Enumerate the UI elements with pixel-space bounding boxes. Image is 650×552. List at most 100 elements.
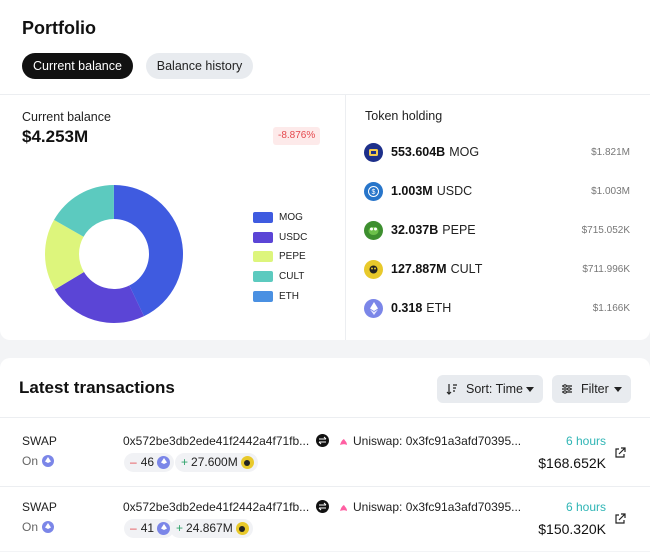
pepe-icon xyxy=(364,221,383,240)
legend-item-usdc: USDC xyxy=(253,228,307,248)
legend-label: USDC xyxy=(279,232,307,243)
sort-icon xyxy=(446,383,458,395)
token-row-cult[interactable]: 127.887M CULT $711.996K xyxy=(364,259,630,279)
sent-amount-pill: – 46 xyxy=(124,453,174,472)
token-amount: 0.318 xyxy=(391,301,422,315)
token-usd-value: $1.003M xyxy=(591,186,630,197)
tab-current-balance[interactable]: Current balance xyxy=(22,53,133,79)
eth-icon xyxy=(42,455,54,467)
legend-label: CULT xyxy=(279,271,304,282)
sent-amount: 41 xyxy=(141,519,154,538)
token-usd-value: $715.052K xyxy=(582,225,630,236)
transaction-usd-value: $168.652K xyxy=(538,455,606,471)
portfolio-card: Portfolio Current balance Balance histor… xyxy=(0,0,650,340)
swap-icon xyxy=(316,434,329,447)
chain-label: On xyxy=(22,520,38,534)
balance-change-badge: -8.876% xyxy=(273,127,320,145)
transaction-row[interactable]: SWAP On 0x572be3db2ede41f2442a4f71fb... … xyxy=(0,420,650,486)
received-amount: 27.600M xyxy=(191,453,238,472)
token-symbol: MOG xyxy=(449,145,479,159)
filter-label: Filter xyxy=(581,375,609,403)
transaction-chain: On xyxy=(22,520,54,534)
eth-icon xyxy=(157,456,170,469)
filter-button[interactable]: Filter xyxy=(552,375,631,403)
sort-button[interactable]: Sort: Time xyxy=(437,375,543,403)
token-symbol: ETH xyxy=(426,301,451,315)
token-amount: 32.037B xyxy=(391,223,438,237)
chevron-down-icon xyxy=(614,387,622,392)
transaction-chain: On xyxy=(22,454,54,468)
portfolio-title: Portfolio xyxy=(22,18,96,39)
usdc-icon: $ xyxy=(364,182,383,201)
chain-label: On xyxy=(22,454,38,468)
dex-label: Uniswap: 0x3fc91a3afd70395... xyxy=(353,434,521,448)
legend-item-mog: MOG xyxy=(253,208,307,228)
tab-balance-history[interactable]: Balance history xyxy=(146,53,253,79)
allocation-donut-chart xyxy=(44,184,184,324)
eth-icon xyxy=(157,522,170,535)
legend-label: MOG xyxy=(279,212,303,223)
current-balance-value: $4.253M xyxy=(22,127,88,147)
transaction-time: 6 hours xyxy=(566,434,606,448)
filter-icon xyxy=(561,383,573,395)
sent-amount-pill: – 41 xyxy=(124,519,174,538)
token-usd-value: $1.166K xyxy=(593,303,630,314)
token-usd-value: $711.996K xyxy=(582,264,630,275)
transaction-usd-value: $150.320K xyxy=(538,521,606,537)
legend-swatch xyxy=(253,251,273,262)
dex-link[interactable]: Uniswap: 0x3fc91a3afd70395... xyxy=(338,434,521,448)
legend-swatch xyxy=(253,232,273,243)
cult-icon xyxy=(241,456,254,469)
external-link-icon[interactable] xyxy=(614,447,626,459)
legend-swatch xyxy=(253,212,273,223)
transaction-hash-link[interactable]: 0x572be3db2ede41f2442a4f71fb... xyxy=(123,434,309,448)
transaction-row[interactable]: SWAP On 0x572be3db2ede41f2442a4f71fb... … xyxy=(0,486,650,552)
received-amount-pill: + 27.600M xyxy=(175,453,258,472)
token-row-pepe[interactable]: 32.037B PEPE $715.052K xyxy=(364,220,630,240)
token-row-usdc[interactable]: $ 1.003M USDC $1.003M xyxy=(364,181,630,201)
dex-label: Uniswap: 0x3fc91a3afd70395... xyxy=(353,500,521,514)
legend-item-cult: CULT xyxy=(253,267,307,287)
minus-icon: – xyxy=(130,519,137,538)
chevron-down-icon xyxy=(526,387,534,392)
token-amount: 127.887M xyxy=(391,262,447,276)
token-symbol: PEPE xyxy=(442,223,475,237)
token-usd-value: $1.821M xyxy=(591,147,630,158)
transaction-hash-link[interactable]: 0x572be3db2ede41f2442a4f71fb... xyxy=(123,500,309,514)
plus-icon: + xyxy=(176,519,183,538)
token-row-mog[interactable]: 553.604B MOG $1.821M xyxy=(364,142,630,162)
divider xyxy=(0,417,650,418)
transactions-card: Latest transactions Sort: Time Filter SW… xyxy=(0,358,650,551)
received-amount-pill: + 24.867M xyxy=(170,519,253,538)
sort-label: Sort: Time xyxy=(466,375,523,403)
transaction-type: SWAP xyxy=(22,500,57,514)
uniswap-icon xyxy=(338,502,349,513)
legend-item-eth: ETH xyxy=(253,286,307,306)
transactions-title: Latest transactions xyxy=(19,378,175,398)
token-row-eth[interactable]: 0.318 ETH $1.166K xyxy=(364,298,630,318)
token-amount: 1.003M xyxy=(391,184,433,198)
divider xyxy=(0,94,650,95)
token-symbol: USDC xyxy=(437,184,472,198)
legend-swatch xyxy=(253,271,273,282)
legend-swatch xyxy=(253,291,273,302)
cult-icon xyxy=(236,522,249,535)
sent-amount: 46 xyxy=(141,453,154,472)
plus-icon: + xyxy=(181,453,188,472)
dex-link[interactable]: Uniswap: 0x3fc91a3afd70395... xyxy=(338,500,521,514)
token-symbol: CULT xyxy=(451,262,483,276)
legend-label: PEPE xyxy=(279,251,306,262)
divider xyxy=(345,95,346,340)
minus-icon: – xyxy=(130,453,137,472)
current-balance-label: Current balance xyxy=(22,110,111,124)
uniswap-icon xyxy=(338,436,349,447)
external-link-icon[interactable] xyxy=(614,513,626,525)
transaction-time: 6 hours xyxy=(566,500,606,514)
transaction-type: SWAP xyxy=(22,434,57,448)
chart-legend: MOG USDC PEPE CULT ETH xyxy=(253,208,307,306)
svg-text:$: $ xyxy=(372,189,376,196)
token-holding-label: Token holding xyxy=(365,109,442,123)
received-amount: 24.867M xyxy=(186,519,233,538)
legend-item-pepe: PEPE xyxy=(253,247,307,267)
token-amount: 553.604B xyxy=(391,145,445,159)
